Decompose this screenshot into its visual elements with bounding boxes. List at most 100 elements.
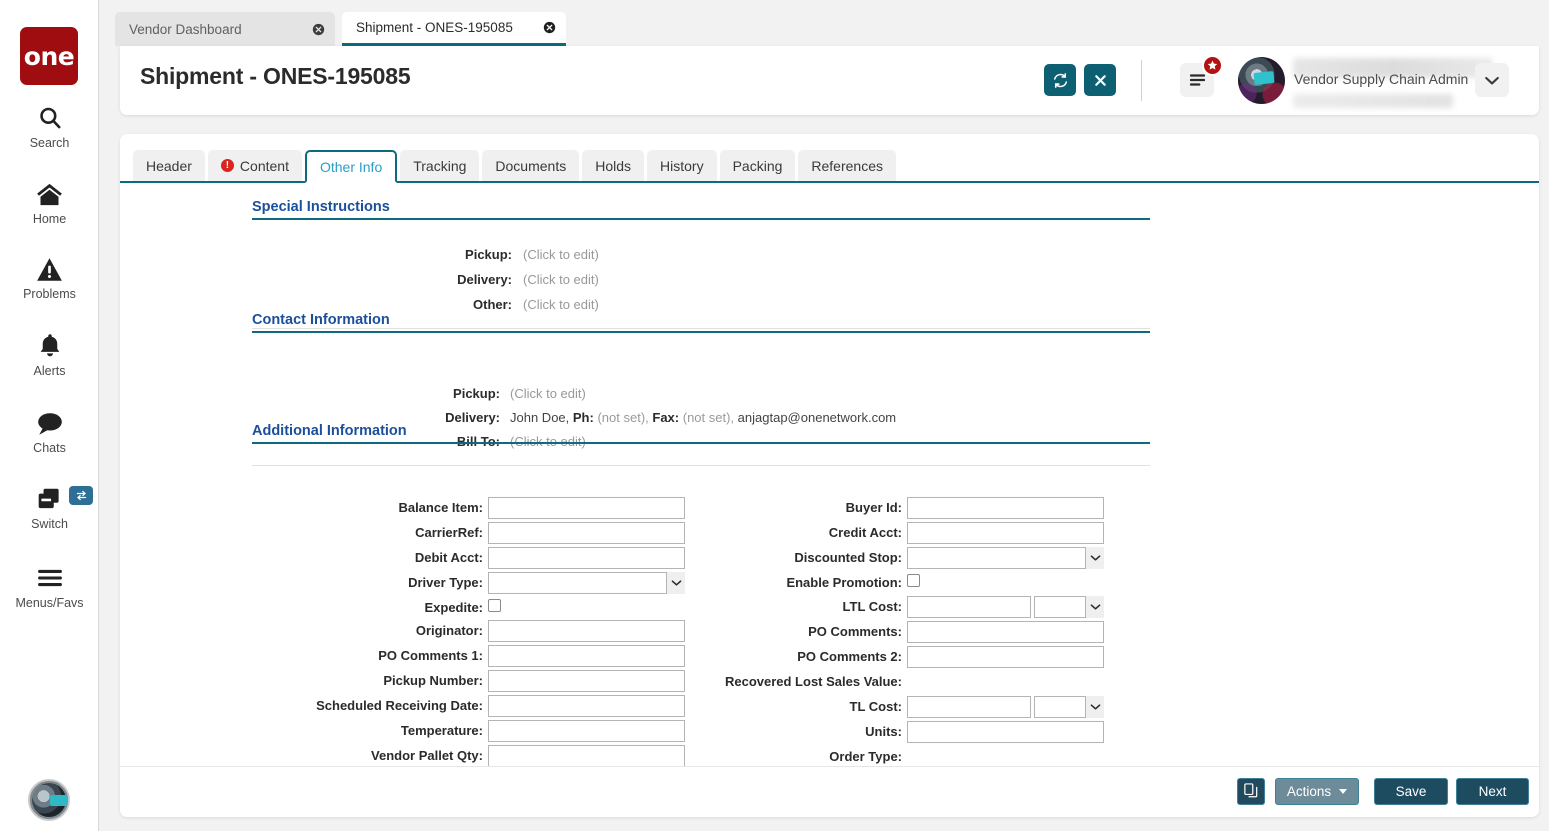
sidebar-item-chats[interactable]: Chats bbox=[0, 406, 99, 455]
field-scheduled-receiving-date: Scheduled Receiving Date: bbox=[488, 695, 685, 717]
page-title: Shipment - ONES-195085 bbox=[140, 63, 410, 90]
buyer-id-input[interactable] bbox=[907, 497, 1104, 519]
user-menu-button[interactable] bbox=[1475, 63, 1509, 97]
special-other-row[interactable]: Other: bbox=[252, 297, 512, 312]
refresh-button[interactable] bbox=[1044, 64, 1076, 96]
field-vendor-pallet-qty: Vendor Pallet Qty: bbox=[488, 745, 685, 766]
vendor-pallet-qty-input[interactable] bbox=[488, 745, 685, 766]
browser-tab-label: Vendor Dashboard bbox=[129, 22, 242, 37]
field-ltl-cost: LTL Cost: bbox=[907, 596, 1104, 618]
sidebar-item-home[interactable]: Home bbox=[0, 177, 99, 226]
credit-acct-input[interactable] bbox=[907, 522, 1104, 544]
save-button[interactable]: Save bbox=[1374, 778, 1448, 805]
field-discounted-stop: Discounted Stop: bbox=[907, 547, 1104, 569]
user-avatar-small[interactable] bbox=[28, 779, 70, 821]
po-comments-input[interactable] bbox=[907, 621, 1104, 643]
special-other-value-wrap[interactable]: (Click to edit) bbox=[518, 297, 599, 312]
field-temperature: Temperature: bbox=[488, 720, 685, 742]
scheduled-receiving-date-input[interactable] bbox=[488, 695, 685, 717]
expedite-checkbox[interactable] bbox=[488, 599, 501, 612]
sidebar-item-search[interactable]: Search bbox=[0, 101, 99, 150]
enable-promotion-checkbox[interactable] bbox=[907, 574, 920, 587]
section-additional-information-heading: Additional Information bbox=[252, 423, 1150, 444]
ltl-cost-input[interactable] bbox=[907, 596, 1031, 618]
tab-label: Tracking bbox=[413, 158, 466, 174]
browser-tab-vendor-dashboard[interactable]: Vendor Dashboard bbox=[115, 12, 335, 46]
field-label: TL Cost: bbox=[850, 699, 902, 714]
field-label: Driver Type: bbox=[408, 575, 483, 590]
carrier-ref-input[interactable] bbox=[488, 522, 685, 544]
po-comments-2-input[interactable] bbox=[907, 646, 1104, 668]
special-other-label: Other: bbox=[473, 297, 512, 312]
contact-pickup-value-wrap[interactable]: (Click to edit) bbox=[505, 386, 586, 401]
browser-tab-label: Shipment - ONES-195085 bbox=[356, 20, 513, 35]
driver-type-select[interactable] bbox=[488, 572, 685, 594]
swap-arrows-icon[interactable] bbox=[69, 486, 93, 505]
special-pickup-row[interactable]: Pickup: bbox=[252, 247, 512, 262]
field-label: Credit Acct: bbox=[829, 525, 902, 540]
browser-tab-shipment[interactable]: Shipment - ONES-195085 bbox=[342, 12, 566, 46]
tab-other-info[interactable]: Other Info bbox=[305, 150, 397, 183]
temperature-input[interactable] bbox=[488, 720, 685, 742]
field-label: Vendor Pallet Qty: bbox=[371, 748, 483, 763]
sidebar-item-alerts[interactable]: Alerts bbox=[0, 329, 99, 378]
close-icon[interactable] bbox=[525, 21, 556, 34]
brand-logo[interactable]: one bbox=[20, 27, 78, 85]
sidebar-item-problems[interactable]: Problems bbox=[0, 252, 99, 301]
special-delivery-value-wrap[interactable]: (Click to edit) bbox=[518, 272, 599, 287]
sidebar-label-switch: Switch bbox=[0, 517, 99, 531]
page-header-bar: Shipment - ONES-195085 Vendor Supply Cha… bbox=[120, 46, 1539, 115]
tab-header[interactable]: Header bbox=[133, 150, 205, 181]
contact-pickup-row[interactable]: Pickup: bbox=[252, 386, 500, 401]
sidebar-label-chats: Chats bbox=[0, 441, 99, 455]
tab-packing[interactable]: Packing bbox=[720, 150, 796, 181]
special-delivery-row[interactable]: Delivery: bbox=[252, 272, 512, 287]
close-icon[interactable] bbox=[294, 23, 325, 36]
sidebar-item-menus-favs[interactable]: Menus/Favs bbox=[0, 561, 99, 610]
tab-label: Packing bbox=[733, 158, 783, 174]
tab-content[interactable]: ! Content bbox=[208, 150, 302, 181]
copy-button[interactable] bbox=[1237, 778, 1265, 805]
sidebar-item-switch[interactable]: Switch bbox=[0, 482, 99, 531]
next-button[interactable]: Next bbox=[1456, 778, 1529, 805]
tab-label: References bbox=[811, 158, 883, 174]
close-page-button[interactable] bbox=[1084, 64, 1116, 96]
left-nav-rail: one Search Home Problems bbox=[0, 0, 99, 831]
pickup-number-input[interactable] bbox=[488, 670, 685, 692]
field-label: Debit Acct: bbox=[415, 550, 483, 565]
originator-input[interactable] bbox=[488, 620, 685, 642]
discounted-stop-select[interactable] bbox=[907, 547, 1104, 569]
field-label: Buyer Id: bbox=[846, 500, 902, 515]
po-comments-1-input[interactable] bbox=[488, 645, 685, 667]
actions-button[interactable]: Actions bbox=[1275, 778, 1359, 805]
field-label: LTL Cost: bbox=[843, 599, 902, 614]
balance-item-input[interactable] bbox=[488, 497, 685, 519]
user-avatar[interactable] bbox=[1238, 57, 1285, 104]
star-icon bbox=[1202, 55, 1223, 76]
tab-label: Content bbox=[240, 158, 289, 174]
brand-logo-text: one bbox=[24, 44, 74, 69]
tab-references[interactable]: References bbox=[798, 150, 896, 181]
tl-cost-currency-select[interactable] bbox=[1034, 696, 1104, 718]
field-label: Enable Promotion: bbox=[786, 575, 902, 590]
units-input[interactable] bbox=[907, 721, 1104, 743]
form-body: Special Instructions Pickup: (Click to e… bbox=[120, 185, 1539, 766]
ltl-cost-currency-select[interactable] bbox=[1034, 596, 1104, 618]
copy-pages-icon bbox=[1244, 783, 1258, 801]
debit-acct-input[interactable] bbox=[488, 547, 685, 569]
field-po-comments-2: PO Comments 2: bbox=[907, 646, 1104, 668]
field-order-type: Order Type: bbox=[907, 746, 1104, 766]
tab-documents[interactable]: Documents bbox=[482, 150, 579, 181]
tl-cost-input[interactable] bbox=[907, 696, 1031, 718]
special-pickup-label: Pickup: bbox=[465, 247, 512, 262]
special-pickup-value-wrap[interactable]: (Click to edit) bbox=[518, 247, 599, 262]
header-divider bbox=[1141, 60, 1142, 101]
tab-holds[interactable]: Holds bbox=[582, 150, 644, 181]
tab-tracking[interactable]: Tracking bbox=[400, 150, 479, 181]
actions-label: Actions bbox=[1287, 784, 1331, 799]
user-role-label: Vendor Supply Chain Admin bbox=[1294, 71, 1468, 87]
field-label: Recovered Lost Sales Value: bbox=[725, 674, 902, 689]
field-enable-promotion: Enable Promotion: bbox=[907, 572, 1104, 594]
tab-history[interactable]: History bbox=[647, 150, 717, 181]
field-originator: Originator: bbox=[488, 620, 685, 642]
